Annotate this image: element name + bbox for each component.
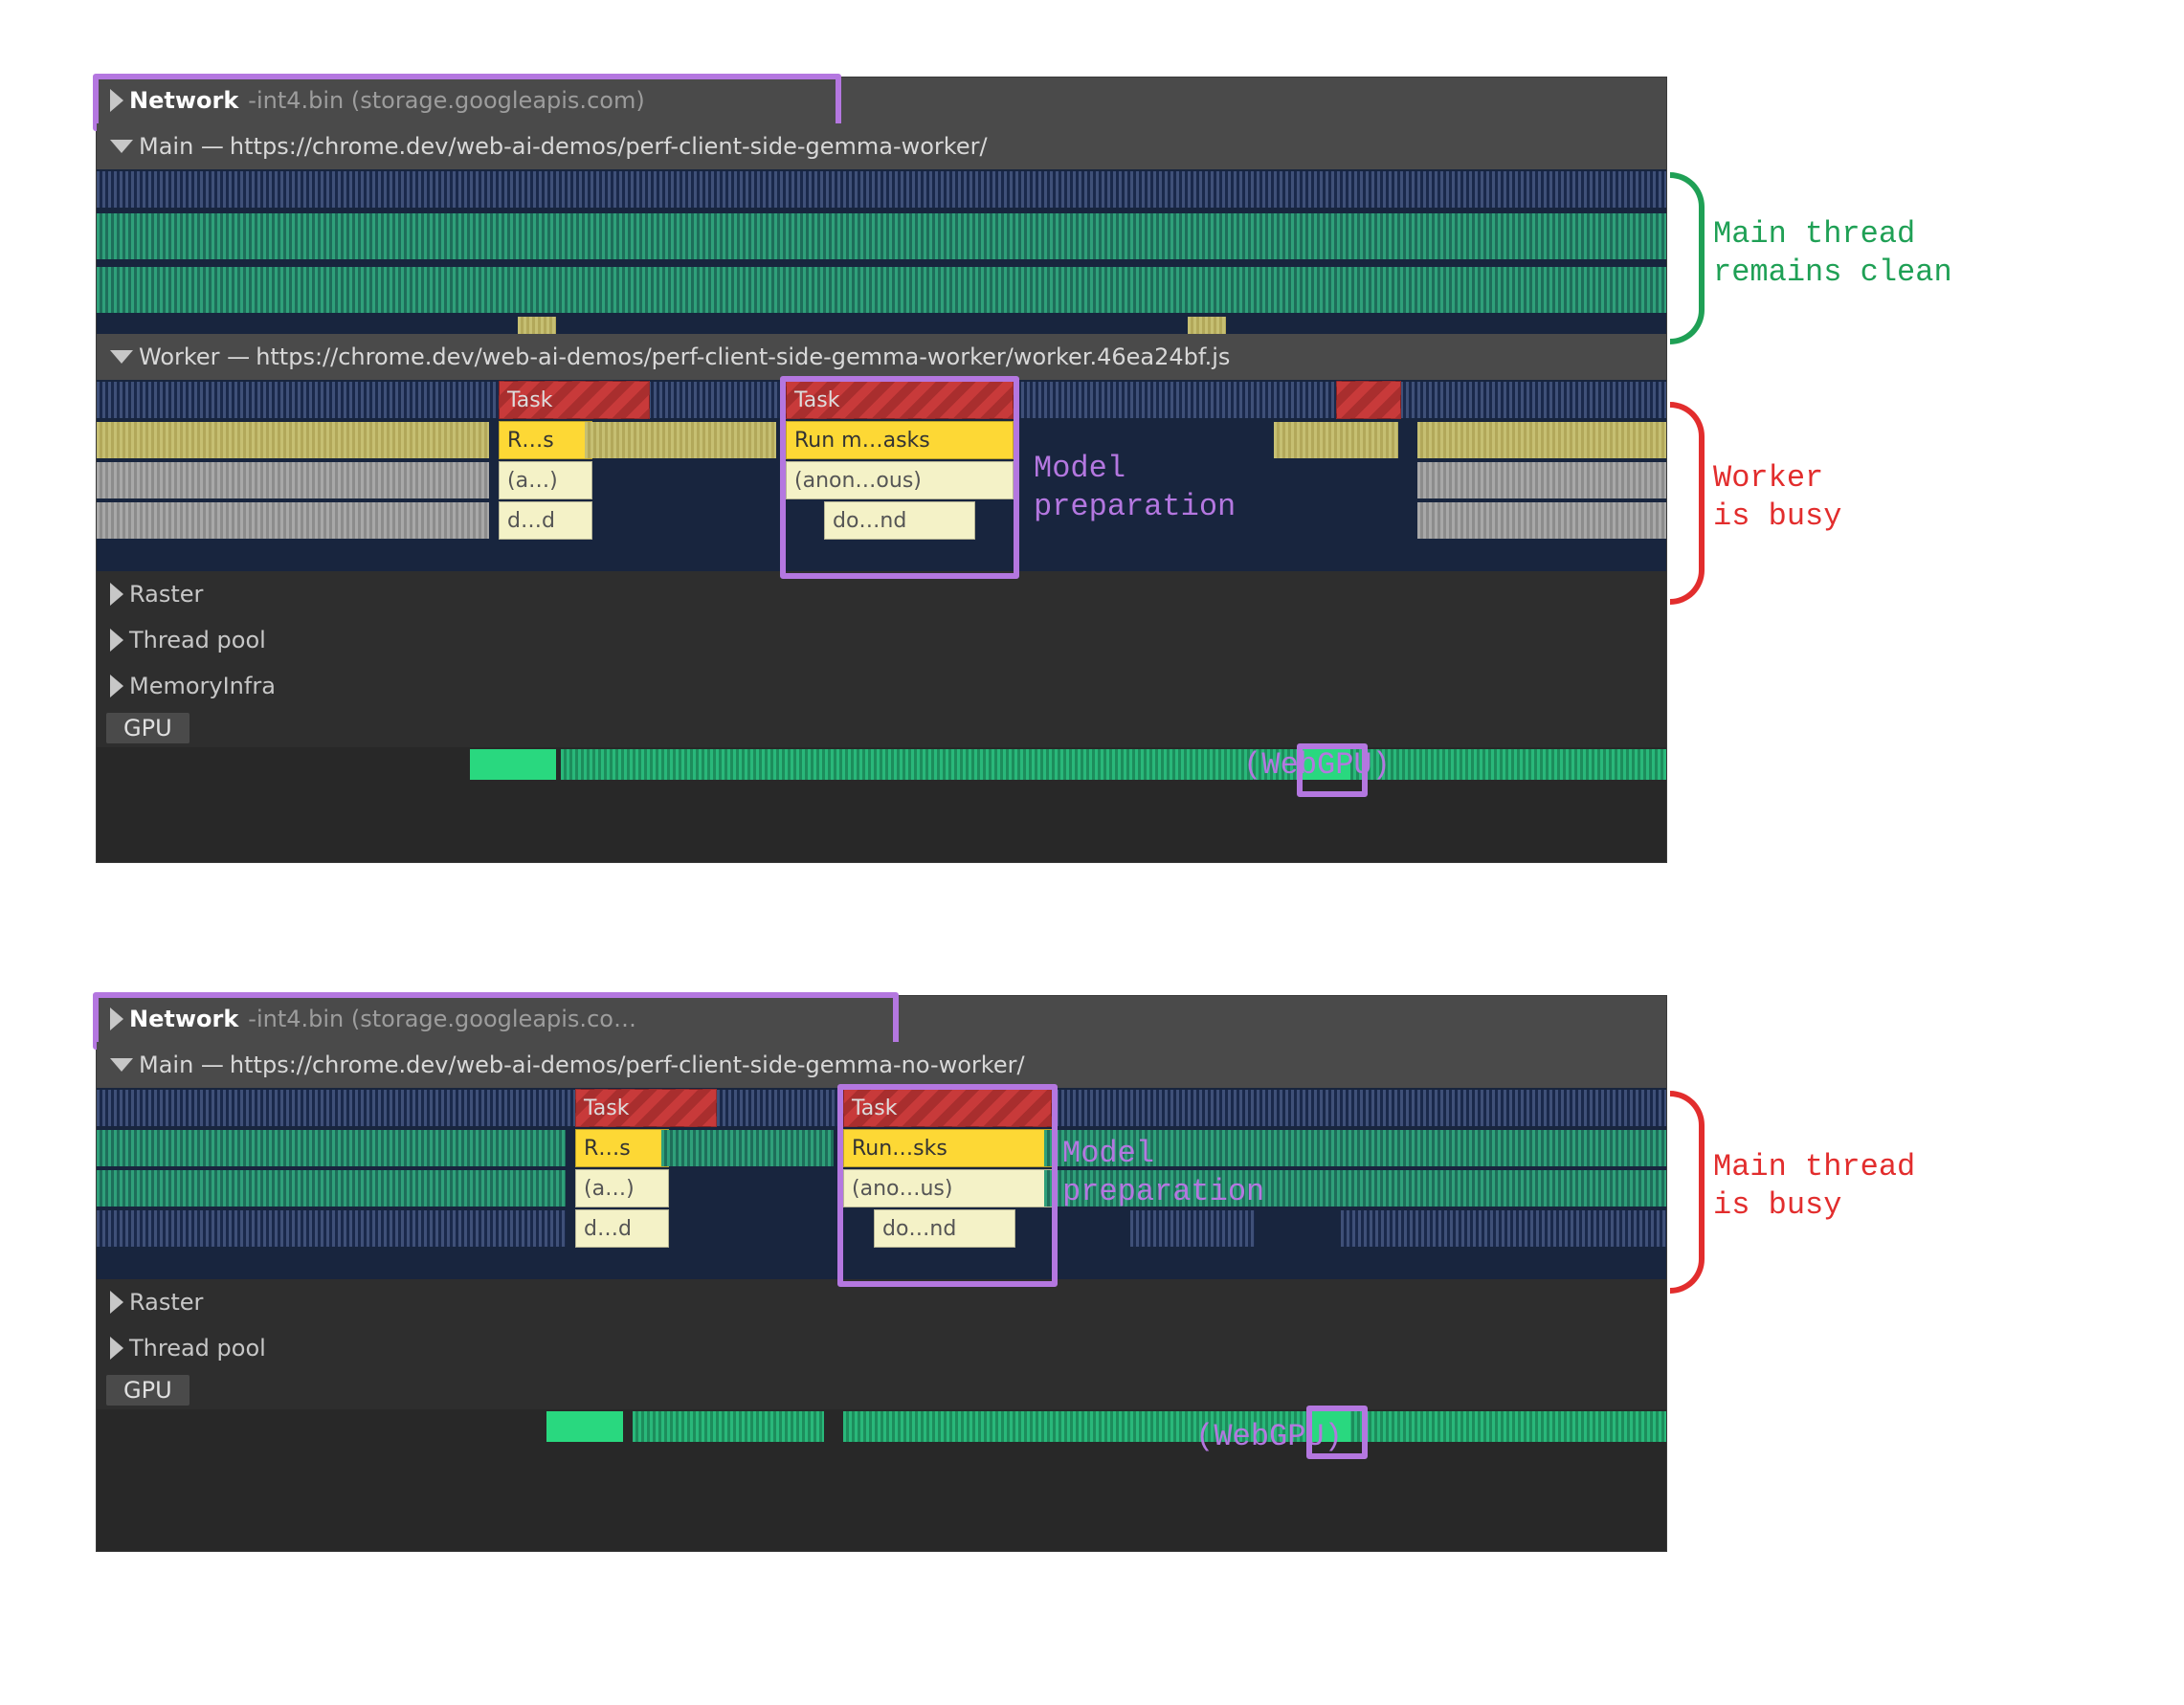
- raster-label: Raster: [129, 581, 203, 608]
- annotation-model-prep: Model preparation: [1034, 450, 1236, 526]
- chevron-right-icon: [110, 1008, 123, 1030]
- flame-block[interactable]: d…d: [575, 1209, 669, 1248]
- network-file: -int4.bin (storage.googleapis.co…: [248, 1006, 636, 1032]
- main-url: https://chrome.dev/web-ai-demos/perf-cli…: [230, 1052, 1025, 1078]
- task-block[interactable]: Task: [575, 1089, 717, 1127]
- brace-main-busy: [1670, 1091, 1705, 1294]
- memoryinfra-label: MemoryInfra: [129, 673, 276, 699]
- task-block[interactable]: [1336, 381, 1401, 419]
- devtools-flame-panel-no-worker: Network -int4.bin (storage.googleapis.co…: [96, 995, 1667, 1552]
- threadpool-label: Thread pool: [129, 1335, 266, 1362]
- task-block[interactable]: Task: [843, 1089, 1052, 1127]
- gpu-track[interactable]: GPU: [97, 709, 1666, 747]
- raster-label: Raster: [129, 1289, 203, 1316]
- threadpool-track[interactable]: Thread pool: [97, 1325, 1666, 1371]
- flame-block[interactable]: Run…sks: [843, 1129, 1052, 1167]
- chevron-right-icon: [110, 89, 123, 112]
- brace-main-clean: [1670, 172, 1705, 344]
- annotation-main-clean: Main thread remains clean: [1713, 215, 1952, 292]
- main-thread-flame[interactable]: [97, 169, 1666, 334]
- main-label: Main —: [139, 1052, 224, 1078]
- chevron-down-icon: [110, 1058, 133, 1072]
- worker-label: Worker —: [139, 343, 250, 370]
- network-track-header[interactable]: Network -int4.bin (storage.googleapis.co…: [97, 996, 1666, 1042]
- memoryinfra-track[interactable]: MemoryInfra: [97, 663, 1666, 709]
- worker-thread-flame[interactable]: Task Task R…s Run m…asks (a…) (anon…ous)…: [97, 380, 1666, 571]
- flame-block[interactable]: do…nd: [874, 1209, 1015, 1248]
- worker-thread-header[interactable]: Worker — https://chrome.dev/web-ai-demos…: [97, 334, 1666, 380]
- annotation-main-busy: Main thread is busy: [1713, 1148, 1915, 1225]
- gpu-label: GPU: [106, 1375, 189, 1406]
- annotation-model-prep: Model preparation: [1062, 1135, 1264, 1211]
- task-block[interactable]: Task: [499, 381, 650, 419]
- chevron-down-icon: [110, 140, 133, 153]
- chevron-down-icon: [110, 350, 133, 364]
- flame-block[interactable]: (anon…ous): [786, 461, 1014, 499]
- raster-track[interactable]: Raster: [97, 571, 1666, 617]
- flame-block[interactable]: Run m…asks: [786, 421, 1014, 459]
- main-thread-flame-busy[interactable]: Task Task R…s Run…sks (a…) (ano…us) d…d …: [97, 1088, 1666, 1279]
- chevron-right-icon: [110, 629, 123, 652]
- flame-block[interactable]: R…s: [575, 1129, 669, 1167]
- gpu-activity[interactable]: [97, 1409, 1666, 1444]
- brace-worker-busy: [1670, 402, 1705, 605]
- raster-track[interactable]: Raster: [97, 1279, 1666, 1325]
- main-thread-header[interactable]: Main — https://chrome.dev/web-ai-demos/p…: [97, 1042, 1666, 1088]
- network-label: Network: [129, 87, 238, 114]
- flame-block[interactable]: (a…): [499, 461, 592, 499]
- task-block[interactable]: Task: [786, 381, 1014, 419]
- network-file: -int4.bin (storage.googleapis.com): [248, 87, 644, 114]
- chevron-right-icon: [110, 583, 123, 606]
- threadpool-label: Thread pool: [129, 627, 266, 653]
- main-label: Main —: [139, 133, 224, 160]
- main-thread-header[interactable]: Main — https://chrome.dev/web-ai-demos/p…: [97, 123, 1666, 169]
- main-url: https://chrome.dev/web-ai-demos/perf-cli…: [230, 133, 988, 160]
- annotation-worker-busy: Worker is busy: [1713, 459, 1841, 536]
- network-label: Network: [129, 1006, 238, 1032]
- flame-block[interactable]: (ano…us): [843, 1169, 1052, 1207]
- flame-block[interactable]: d…d: [499, 501, 592, 540]
- gpu-track[interactable]: GPU: [97, 1371, 1666, 1409]
- chevron-right-icon: [110, 1337, 123, 1360]
- network-track-header[interactable]: Network -int4.bin (storage.googleapis.co…: [97, 78, 1666, 123]
- flame-block[interactable]: do…nd: [824, 501, 975, 540]
- gpu-label: GPU: [106, 713, 189, 743]
- threadpool-track[interactable]: Thread pool: [97, 617, 1666, 663]
- flame-block[interactable]: R…s: [499, 421, 592, 459]
- worker-url: https://chrome.dev/web-ai-demos/perf-cli…: [256, 343, 1230, 370]
- chevron-right-icon: [110, 675, 123, 698]
- devtools-flame-panel-worker: Network -int4.bin (storage.googleapis.co…: [96, 77, 1667, 863]
- chevron-right-icon: [110, 1291, 123, 1314]
- flame-block[interactable]: (a…): [575, 1169, 669, 1207]
